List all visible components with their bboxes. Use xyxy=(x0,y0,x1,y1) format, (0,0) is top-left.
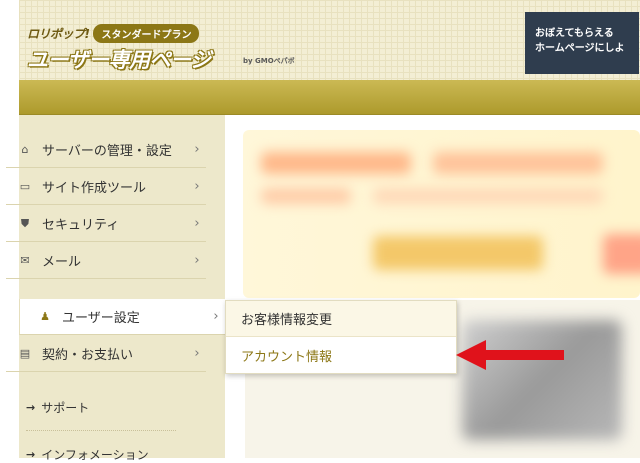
sidebar-link-label: サポート xyxy=(41,401,90,415)
sidebar-item-security[interactable]: ⛊ セキュリティ › xyxy=(6,206,206,242)
sidebar-item-label: 契約・お支払い xyxy=(42,348,134,363)
chevron-right-icon: › xyxy=(194,253,200,268)
sidebar-item-label: ユーザー設定 xyxy=(62,311,140,326)
gold-nav-bar xyxy=(19,80,640,115)
plan-badge: スタンダードプラン xyxy=(93,24,200,43)
laptop-icon: ▭ xyxy=(19,180,31,193)
promo-banner[interactable]: おぼえてもらえる ホームページにしよ xyxy=(525,12,639,74)
sidebar-link-support[interactable]: → サポート xyxy=(26,399,89,416)
site-header: ロリポップ! スタンダードプラン ユーザー専用ページ by GMOペパボ おぼえ… xyxy=(19,0,640,80)
banner-text-line: ホームページにしよ xyxy=(535,43,625,54)
page-title[interactable]: ユーザー専用ページ xyxy=(27,44,211,74)
sidebar-item-label: サーバーの管理・設定 xyxy=(42,144,172,159)
sidebar-item-contract-payment[interactable]: ▤ 契約・お支払い › xyxy=(6,336,206,372)
sidebar-divider xyxy=(26,430,176,431)
sidebar-item-label: メール xyxy=(42,255,82,270)
flyout-item-account-info[interactable]: アカウント情報 xyxy=(226,337,456,373)
sidebar-item-server-settings[interactable]: ⌂ サーバーの管理・設定 › xyxy=(6,132,206,168)
mail-icon: ✉ xyxy=(20,254,30,267)
banner-text-line: おぼえてもらえる xyxy=(535,28,614,39)
user-icon: ♟ xyxy=(40,310,50,323)
gmo-pepabo-credit: by GMOペパボ xyxy=(243,57,295,65)
sidebar-item-mail[interactable]: ✉ メール › xyxy=(6,243,206,279)
red-arrow-shape xyxy=(456,340,564,370)
lolipop-logo[interactable]: ロリポップ! xyxy=(27,25,90,42)
arrow-right-icon: → xyxy=(26,401,36,414)
chevron-right-icon: › xyxy=(194,216,200,231)
sidebar-item-label: サイト作成ツール xyxy=(42,181,147,196)
sidebar-item-user-settings[interactable]: ♟ ユーザー設定 › xyxy=(19,299,225,335)
sidebar-link-label: インフォメーション xyxy=(41,448,149,462)
brand-top-row: ロリポップ! スタンダードプラン xyxy=(27,24,200,43)
chevron-right-icon: › xyxy=(194,346,200,361)
flyout-item-customer-info[interactable]: お客様情報変更 xyxy=(226,301,456,337)
sidebar-item-site-tools[interactable]: ▭ サイト作成ツール › xyxy=(6,169,206,205)
card-icon: ▤ xyxy=(19,347,31,360)
red-pointer-arrow xyxy=(456,340,564,370)
user-settings-flyout: お客様情報変更 アカウント情報 xyxy=(225,300,457,374)
chevron-right-icon: › xyxy=(194,179,200,194)
sidebar-link-information[interactable]: → インフォメーション xyxy=(26,446,149,463)
arrow-right-icon: → xyxy=(26,448,36,461)
sidebar-item-label: セキュリティ xyxy=(42,218,120,233)
chevron-right-icon: › xyxy=(213,309,219,324)
server-icon: ⌂ xyxy=(21,143,29,156)
chevron-right-icon: › xyxy=(194,142,200,157)
blurred-notice-card xyxy=(243,130,640,298)
shield-icon: ⛊ xyxy=(20,216,30,230)
